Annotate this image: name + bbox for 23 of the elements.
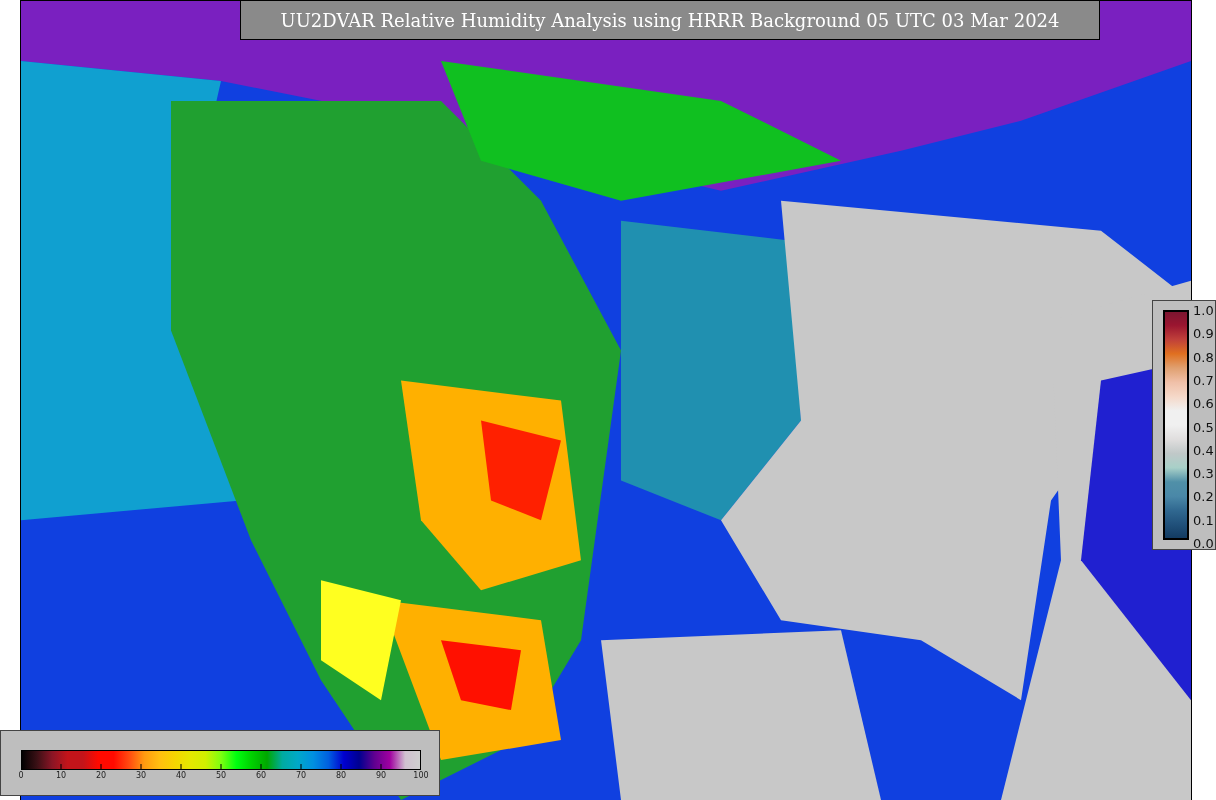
scale-label: 50 <box>215 771 227 780</box>
scale-label: 60 <box>255 771 267 780</box>
scale-label: 0.6 <box>1193 395 1214 411</box>
scale-label: 0.4 <box>1193 442 1214 458</box>
scale-label: 30 <box>135 771 147 780</box>
scale-label: 40 <box>175 771 187 780</box>
scale-label: 90 <box>375 771 387 780</box>
scale-label: 0.3 <box>1193 465 1214 481</box>
scale-label: 0.5 <box>1193 419 1214 434</box>
scale-label: 0.2 <box>1193 488 1214 504</box>
map-title: UU2DVAR Relative Humidity Analysis using HRRR Background 05 UTC 03 Mar 2024 <box>240 0 1100 40</box>
scale-label: 0.1 <box>1193 512 1214 528</box>
scale-label: 0.7 <box>1193 372 1214 388</box>
scale-label: 0.0 <box>1193 535 1214 551</box>
scale-label: 80 <box>335 771 347 780</box>
scale-label: 0 <box>18 771 24 780</box>
scale-label: 1.0 <box>1193 302 1214 318</box>
scale-label: 70 <box>295 771 307 780</box>
scale-label: 0.8 <box>1193 349 1214 365</box>
scale-label: 10 <box>55 771 67 780</box>
scale-label: 0.9 <box>1193 325 1214 341</box>
scale-label: 20 <box>95 771 107 780</box>
scale-label: 100 <box>413 771 429 780</box>
